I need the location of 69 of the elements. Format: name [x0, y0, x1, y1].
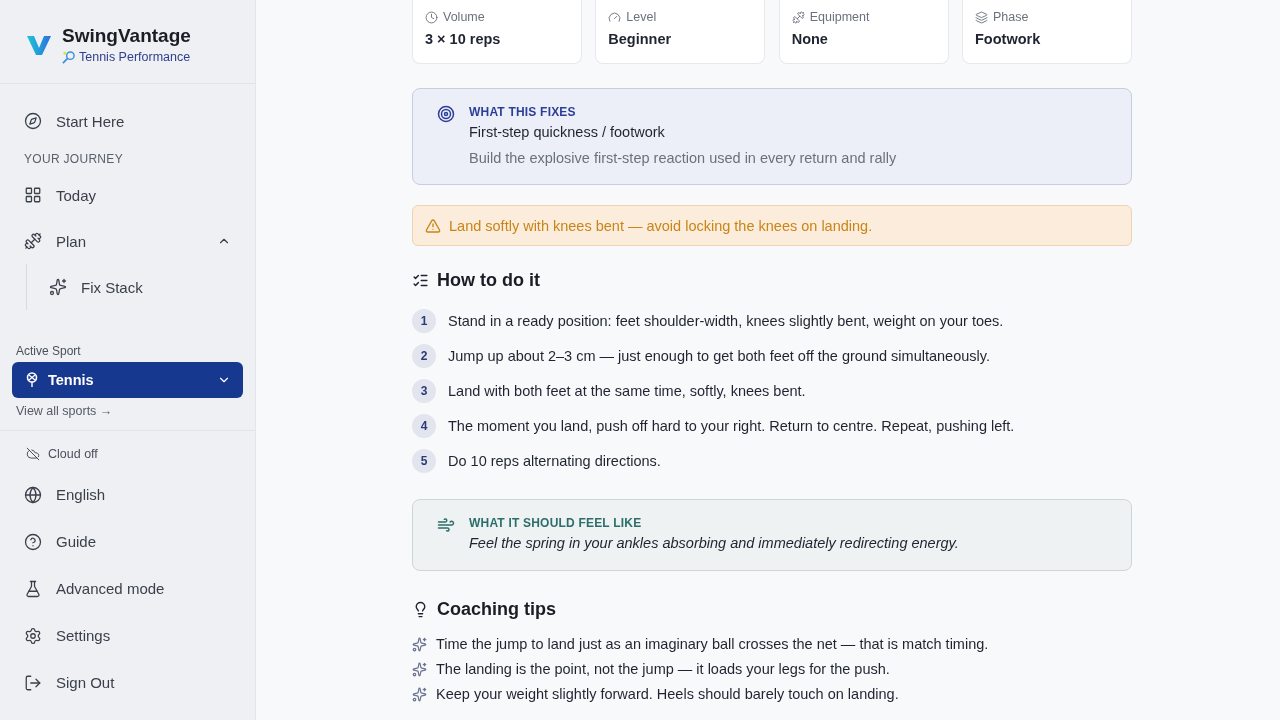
wind-icon [437, 516, 455, 534]
section-heading: How to do it [437, 270, 540, 291]
stat-label: Volume [443, 10, 485, 24]
step-text: Stand in a ready position: feet shoulder-width, knees slightly bent, weight on your toes. [448, 313, 1004, 329]
tip-text: Keep your weight slightly forward. Heels should barely touch on landing. [436, 686, 899, 702]
step-number: 5 [412, 449, 436, 473]
logo-icon [26, 33, 52, 56]
step-text: Jump up about 2–3 cm — just enough to get both feet off the ground simultaneously. [448, 348, 990, 364]
grid-icon [24, 186, 42, 204]
feel-heading: WHAT IT SHOULD FEEL LIKE [469, 516, 643, 530]
sparkles-icon [412, 686, 427, 702]
fixes-heading: WHAT THIS FIXES [469, 105, 577, 119]
sport-select[interactable]: Tennis [12, 362, 243, 398]
stat-value: Beginner [608, 31, 673, 47]
flask-icon [24, 579, 42, 598]
fixes-description: Build the explosive first-step reaction used in every return and rally [469, 150, 897, 166]
help-icon [24, 532, 42, 551]
stat-label: Equipment [809, 10, 870, 24]
clock-icon [425, 10, 438, 24]
nav-subitem[interactable]: Fix Stack [27, 264, 255, 310]
globe-icon [24, 485, 42, 504]
nav-item[interactable]: Settings [0, 612, 255, 659]
step-number: 1 [412, 309, 436, 333]
section-heading: Coaching tips [437, 599, 556, 620]
brand-name: SwingVantage [62, 25, 191, 47]
sparkles-icon [49, 278, 67, 296]
warning-text: Land softly with knees bent — avoid locking the knees on landing. [449, 217, 873, 234]
step-text: Do 10 reps alternating directions. [448, 453, 661, 469]
tip-text: Time the jump to land just as an imaginary ball crosses the net — that is match timing. [436, 636, 989, 652]
dumbbell-icon [24, 232, 42, 250]
nav-item[interactable]: Advanced mode [0, 565, 255, 612]
sparkles-icon [412, 636, 427, 652]
settings-icon [24, 626, 42, 645]
nav-item[interactable]: Plan [0, 218, 255, 264]
fixes-title: First-step quickness / footwork [469, 124, 666, 140]
feel-text: Feel the spring in your ankles absorbing and immediately redirecting energy. [469, 535, 959, 551]
stat-value: None [791, 31, 829, 47]
racket-icon [26, 372, 38, 388]
step-number: 2 [412, 344, 436, 368]
nav-item[interactable]: English [0, 471, 255, 518]
stat-value: Footwork [975, 31, 1042, 47]
nav-item[interactable]: Guide [0, 518, 255, 565]
tip-text: The landing is the point, not the jump — it loads your legs for the push. [436, 661, 890, 677]
target-icon [437, 105, 455, 123]
checklist-icon [412, 272, 429, 289]
racket-icon [62, 50, 75, 64]
warning-icon [425, 217, 441, 234]
logout-icon [24, 673, 42, 692]
nav-item[interactable]: Sign Out [0, 659, 255, 706]
sparkles-icon [412, 661, 427, 677]
brand-subtitle: Tennis Performance [79, 50, 191, 64]
view-all-sports-link[interactable]: View all sports → [12, 398, 243, 418]
gauge-icon [608, 10, 622, 24]
step-number: 3 [412, 379, 436, 403]
stat-label: Level [626, 10, 657, 24]
layers-icon [975, 10, 988, 24]
stat-label: Phase [993, 10, 1029, 24]
stat-value: 3 × 10 reps [425, 31, 502, 47]
step-number: 4 [412, 414, 436, 438]
step-text: The moment you land, push off hard to your right. Return to centre. Repeat, pushing left. [448, 418, 1015, 434]
section-label: YOUR JOURNEY [23, 151, 124, 168]
step-text: Land with both feet at the same time, softly, knees bent. [448, 383, 806, 399]
nav-item[interactable]: Start Here [0, 98, 255, 144]
cloud-off-icon [26, 447, 40, 461]
nav-item[interactable]: Today [0, 172, 255, 218]
active-sport-label: Active Sport [15, 344, 82, 360]
dumbbell-icon [791, 10, 805, 24]
compass-icon [24, 112, 42, 130]
sync-status: Cloud off [48, 447, 98, 461]
